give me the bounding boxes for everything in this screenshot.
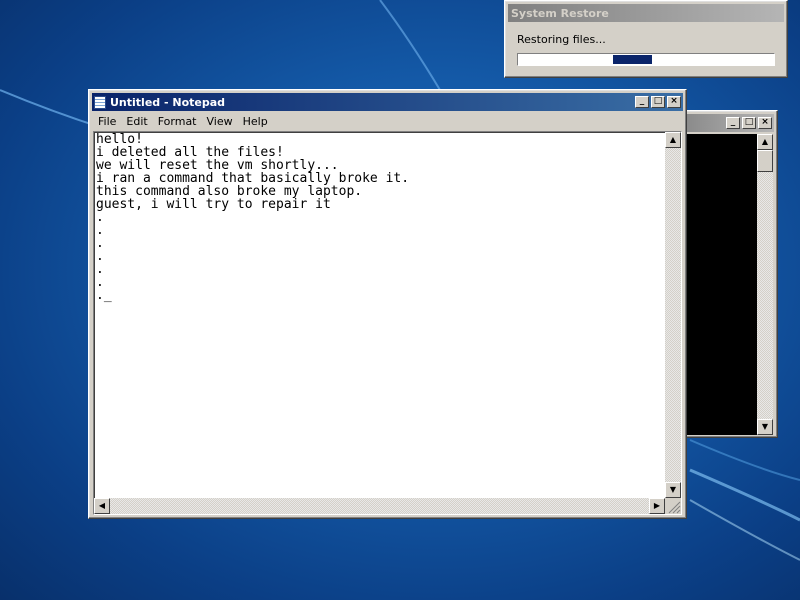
console-scroll-down-arrow-icon[interactable]: ▼ [757, 419, 773, 435]
notepad-app-icon [94, 95, 106, 109]
notepad-scroll-left-arrow-icon[interactable]: ◀ [94, 498, 110, 514]
system-restore-window[interactable]: System Restore Restoring files... [504, 0, 788, 78]
console-minimize-icon[interactable]: _ [726, 117, 740, 129]
notepad-scroll-up-arrow-icon[interactable]: ▲ [665, 132, 681, 148]
notepad-title: Untitled - Notepad [110, 95, 226, 109]
console-scroll-thumb[interactable] [757, 150, 773, 172]
system-restore-title: System Restore [511, 6, 609, 20]
menu-help[interactable]: Help [238, 115, 273, 128]
console-scroll-up-arrow-icon[interactable]: ▲ [757, 134, 773, 150]
restore-status-text: Restoring files... [517, 33, 606, 46]
console-scrollbar[interactable]: ▲ ▼ [757, 134, 773, 435]
notepad-scroll-down-arrow-icon[interactable]: ▼ [665, 482, 681, 498]
menu-format[interactable]: Format [153, 115, 202, 128]
notepad-minimize-icon[interactable]: _ [635, 96, 649, 108]
notepad-text-area[interactable]: hello! i deleted all the files! we will … [93, 131, 682, 515]
notepad-document-text[interactable]: hello! i deleted all the files! we will … [96, 133, 409, 302]
notepad-titlebar[interactable]: Untitled - Notepad _ □ × [92, 93, 683, 111]
notepad-vertical-scrollbar[interactable]: ▲ ▼ [665, 132, 681, 498]
size-grip-icon [668, 501, 681, 514]
notepad-close-icon[interactable]: × [667, 96, 681, 108]
notepad-window[interactable]: Untitled - Notepad _ □ × File Edit Forma… [88, 89, 687, 519]
notepad-menubar: File Edit Format View Help [93, 112, 682, 130]
console-maximize-icon[interactable]: □ [742, 117, 756, 129]
console-close-icon[interactable]: × [758, 117, 772, 129]
system-restore-titlebar[interactable]: System Restore [508, 4, 784, 22]
notepad-scroll-right-arrow-icon[interactable]: ▶ [649, 498, 665, 514]
menu-file[interactable]: File [93, 115, 121, 128]
notepad-size-grip[interactable] [665, 498, 681, 514]
menu-view[interactable]: View [202, 115, 238, 128]
notepad-maximize-icon[interactable]: □ [651, 96, 665, 108]
restore-progress-fill [613, 55, 652, 64]
restore-progress-bar [517, 53, 775, 66]
notepad-horizontal-scrollbar[interactable]: ◀ ▶ [94, 498, 665, 514]
menu-edit[interactable]: Edit [121, 115, 152, 128]
